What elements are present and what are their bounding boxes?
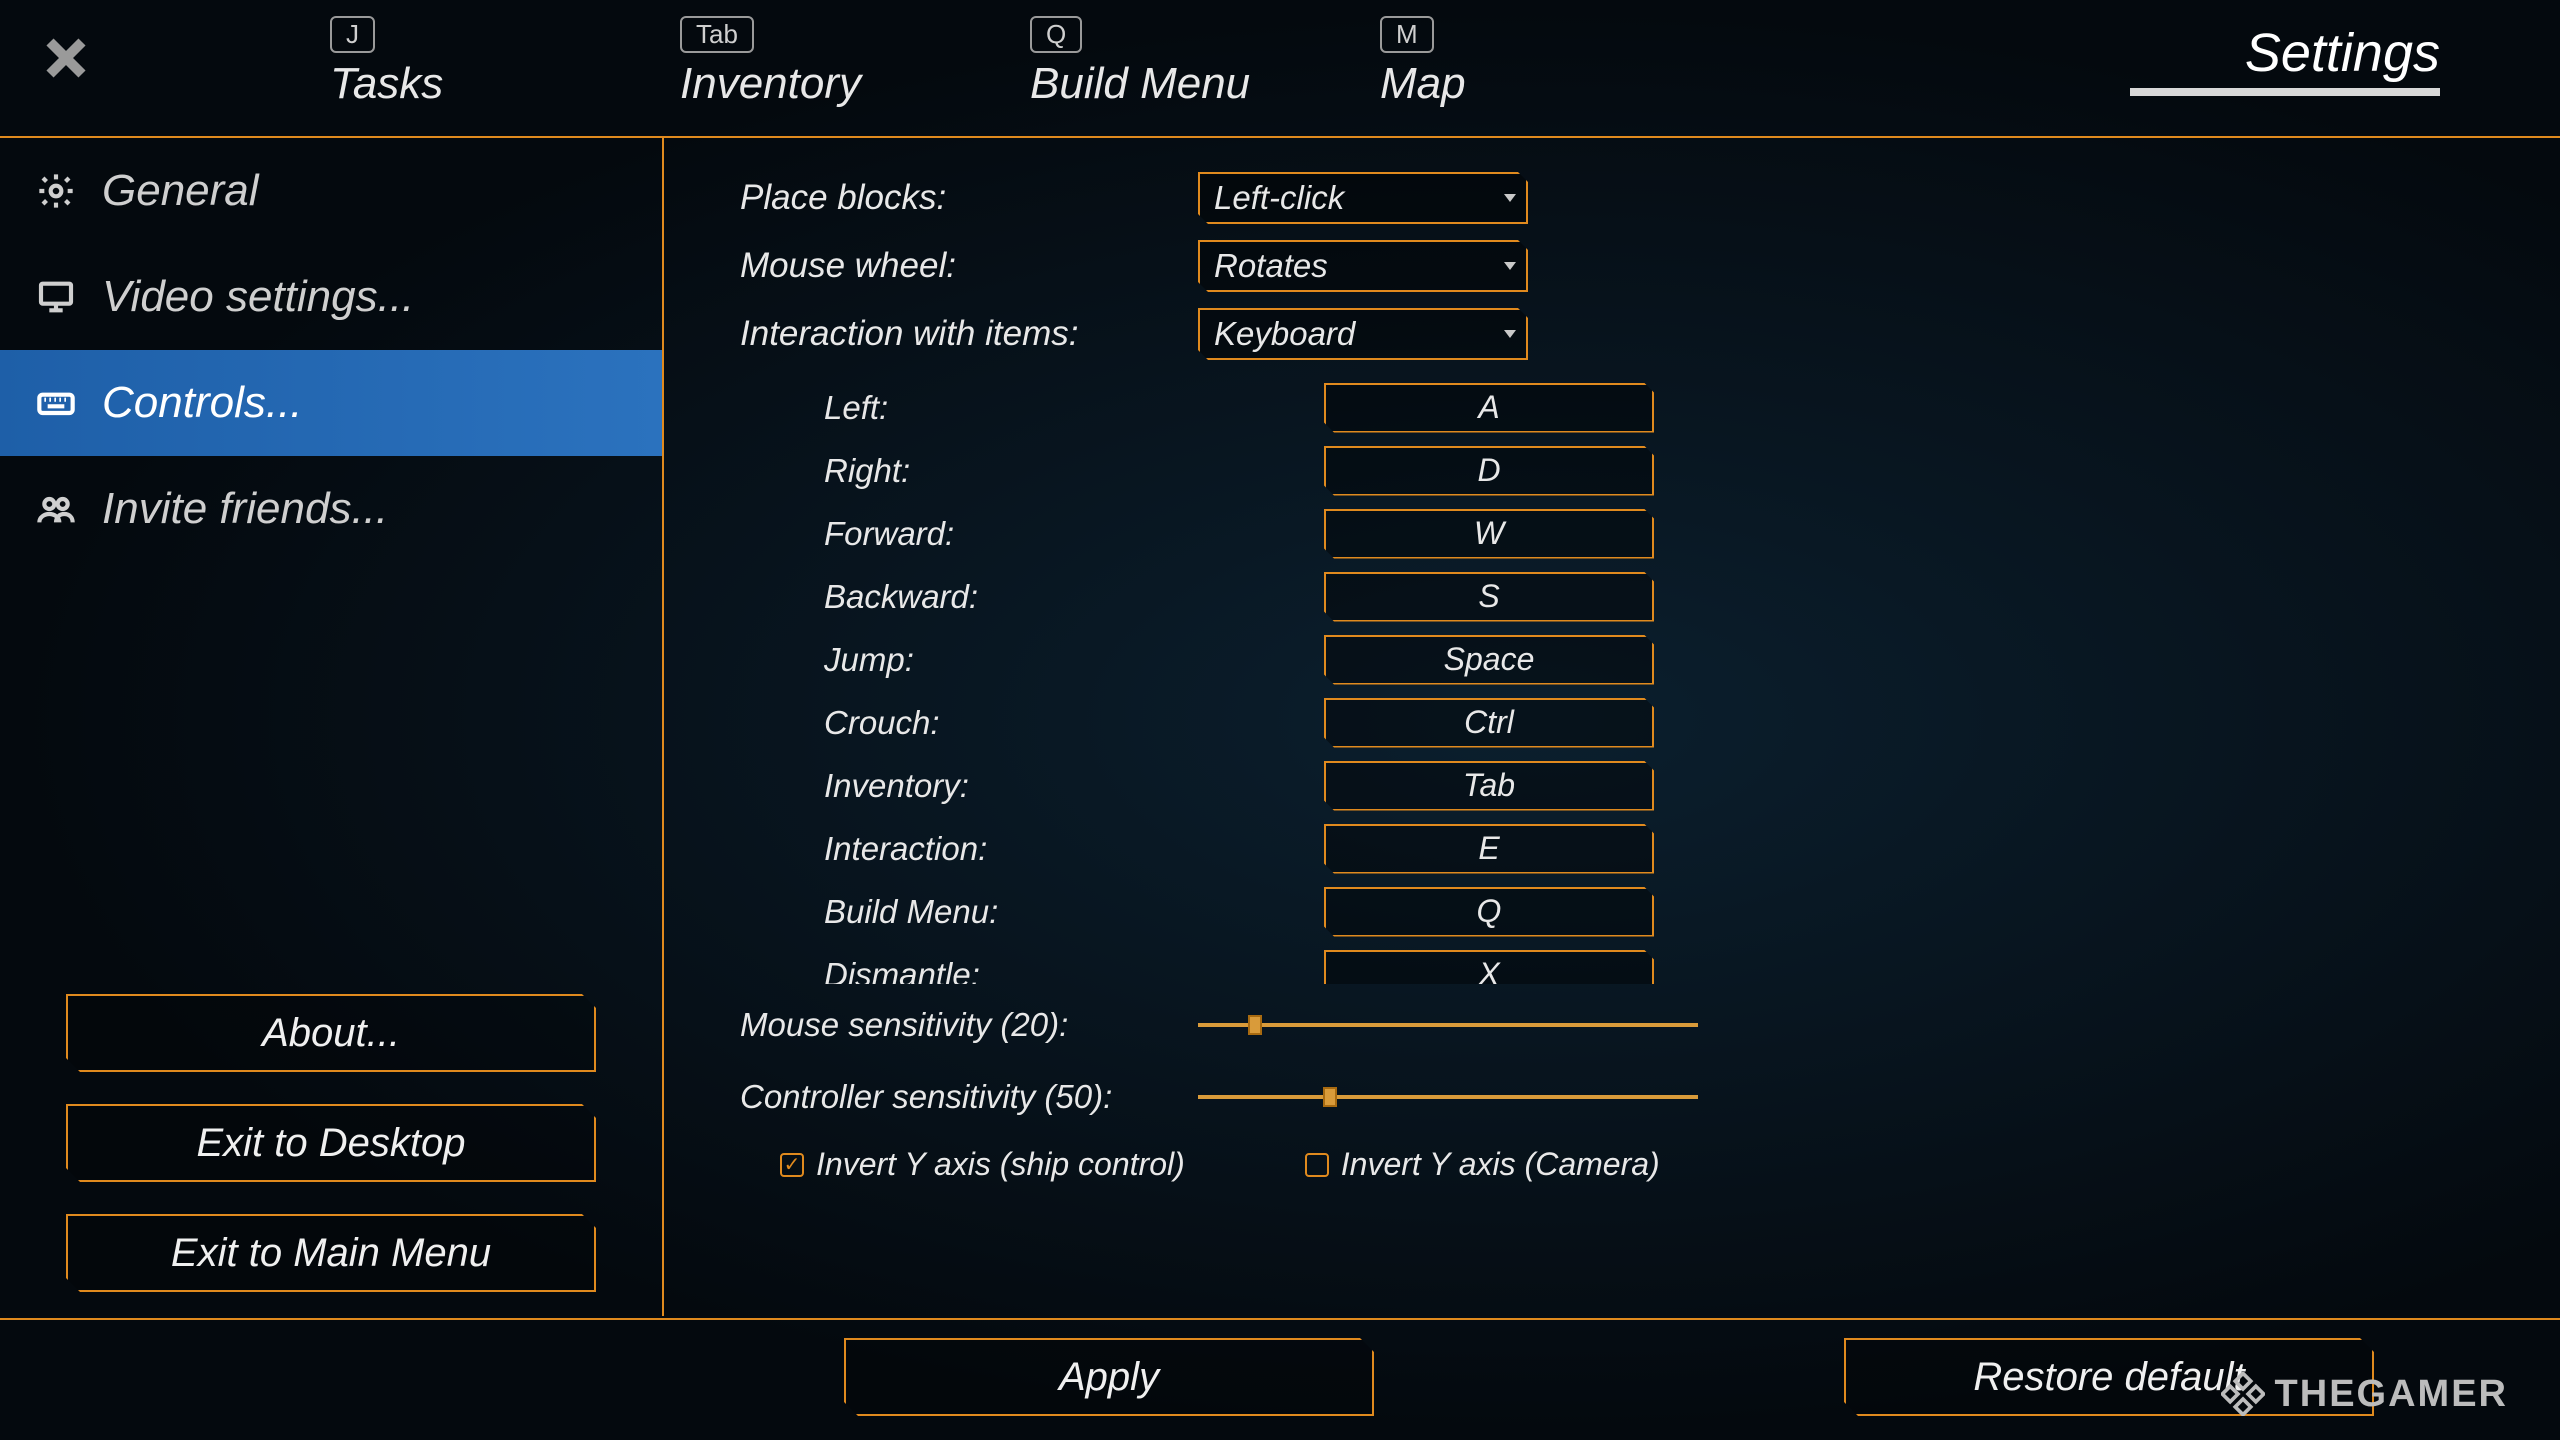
gear-icon bbox=[36, 171, 76, 211]
keybinding-value[interactable]: Tab bbox=[1324, 761, 1654, 811]
keybinding-row: Inventory:Tab bbox=[740, 754, 2480, 817]
keyboard-icon bbox=[36, 383, 76, 423]
apply-button[interactable]: Apply bbox=[844, 1338, 1374, 1416]
watermark: THEGAMER bbox=[2221, 1372, 2508, 1416]
exit-main-menu-button[interactable]: Exit to Main Menu bbox=[66, 1214, 596, 1292]
keybinding-value[interactable]: Space bbox=[1324, 635, 1654, 685]
tab-label: Map bbox=[1380, 59, 1730, 109]
sidebar-item-invite[interactable]: Invite friends... bbox=[0, 456, 662, 562]
keybinding-label: Build Menu: bbox=[824, 893, 1324, 931]
monitor-icon bbox=[36, 277, 76, 317]
keybinding-row: Dismantle:X bbox=[740, 943, 2480, 984]
invert-y-ship-checkbox[interactable]: Invert Y axis (ship control) bbox=[780, 1146, 1185, 1183]
settings-sidebar: General Video settings... Controls... In… bbox=[0, 138, 664, 1316]
tab-settings[interactable]: Settings bbox=[2130, 16, 2440, 96]
keybinding-value[interactable]: D bbox=[1324, 446, 1654, 496]
invert-y-camera-checkbox[interactable]: Invert Y axis (Camera) bbox=[1305, 1146, 1660, 1183]
about-button[interactable]: About... bbox=[66, 994, 596, 1072]
sidebar-item-general[interactable]: General bbox=[0, 138, 662, 244]
tab-key-badge: Tab bbox=[680, 16, 754, 53]
keybinding-row: Interaction:E bbox=[740, 817, 2480, 880]
keybinding-label: Jump: bbox=[824, 641, 1324, 679]
exit-desktop-button[interactable]: Exit to Desktop bbox=[66, 1104, 596, 1182]
keybinding-label: Right: bbox=[824, 452, 1324, 490]
keybinding-value[interactable]: X bbox=[1324, 950, 1654, 985]
tab-label: Settings bbox=[2130, 22, 2440, 84]
mouse-sensitivity-label: Mouse sensitivity (20): bbox=[740, 1006, 1198, 1044]
place-blocks-label: Place blocks: bbox=[740, 178, 1198, 218]
sidebar-item-video[interactable]: Video settings... bbox=[0, 244, 662, 350]
slider-knob[interactable] bbox=[1323, 1087, 1337, 1107]
tab-label: Inventory bbox=[680, 59, 1030, 109]
keybinding-value[interactable]: E bbox=[1324, 824, 1654, 874]
keybinding-label: Inventory: bbox=[824, 767, 1324, 805]
sidebar-item-label: General bbox=[102, 166, 259, 216]
keybinding-value[interactable]: A bbox=[1324, 383, 1654, 433]
tab-label: Build Menu bbox=[1030, 59, 1380, 109]
keybinding-value[interactable]: Ctrl bbox=[1324, 698, 1654, 748]
people-icon bbox=[36, 489, 76, 529]
close-button[interactable] bbox=[38, 30, 94, 86]
controller-sensitivity-slider[interactable] bbox=[1198, 1095, 1698, 1099]
keybinding-row: Crouch:Ctrl bbox=[740, 691, 2480, 754]
keybinding-label: Interaction: bbox=[824, 830, 1324, 868]
tab-map[interactable]: M Map bbox=[1380, 16, 1730, 109]
mouse-wheel-dropdown[interactable]: Rotates bbox=[1198, 240, 1528, 292]
keybinding-label: Forward: bbox=[824, 515, 1324, 553]
checkbox-icon bbox=[780, 1153, 804, 1177]
mouse-sensitivity-slider[interactable] bbox=[1198, 1023, 1698, 1027]
controls-panel: Place blocks: Left-click Mouse wheel: Ro… bbox=[666, 138, 2560, 1316]
tab-inventory[interactable]: Tab Inventory bbox=[680, 16, 1030, 109]
keybinding-row: Build Menu:Q bbox=[740, 880, 2480, 943]
tab-build-menu[interactable]: Q Build Menu bbox=[1030, 16, 1380, 109]
sidebar-item-controls[interactable]: Controls... bbox=[0, 350, 662, 456]
keybinding-row: Right:D bbox=[740, 439, 2480, 502]
keybinding-value[interactable]: S bbox=[1324, 572, 1654, 622]
place-blocks-dropdown[interactable]: Left-click bbox=[1198, 172, 1528, 224]
sidebar-item-label: Invite friends... bbox=[102, 484, 388, 534]
slider-knob[interactable] bbox=[1248, 1015, 1262, 1035]
checkbox-icon bbox=[1305, 1153, 1329, 1177]
keybinding-label: Crouch: bbox=[824, 704, 1324, 742]
keybinding-row: Left:A bbox=[740, 376, 2480, 439]
sidebar-item-label: Controls... bbox=[102, 378, 303, 428]
interaction-items-label: Interaction with items: bbox=[740, 314, 1198, 354]
mouse-wheel-label: Mouse wheel: bbox=[740, 246, 1198, 286]
controller-sensitivity-label: Controller sensitivity (50): bbox=[740, 1078, 1198, 1116]
sidebar-item-label: Video settings... bbox=[102, 272, 414, 322]
keybinding-row: Jump:Space bbox=[740, 628, 2480, 691]
tab-label: Tasks bbox=[330, 59, 680, 109]
keybinding-label: Left: bbox=[824, 389, 1324, 427]
keybinding-row: Forward:W bbox=[740, 502, 2480, 565]
keybinding-row: Backward:S bbox=[740, 565, 2480, 628]
tab-tasks[interactable]: J Tasks bbox=[330, 16, 680, 109]
tab-key-badge: Q bbox=[1030, 16, 1082, 53]
keybinding-label: Dismantle: bbox=[824, 956, 1324, 985]
tab-key-badge: M bbox=[1380, 16, 1434, 53]
top-tabbar: J Tasks Tab Inventory Q Build Menu M Map… bbox=[330, 16, 2440, 128]
logo-icon bbox=[2221, 1372, 2265, 1416]
keybinding-value[interactable]: Q bbox=[1324, 887, 1654, 937]
keybinding-list: Left:ARight:DForward:WBackward:SJump:Spa… bbox=[740, 376, 2480, 984]
keybinding-value[interactable]: W bbox=[1324, 509, 1654, 559]
tab-key-badge: J bbox=[330, 16, 375, 53]
keybinding-label: Backward: bbox=[824, 578, 1324, 616]
interaction-items-dropdown[interactable]: Keyboard bbox=[1198, 308, 1528, 360]
